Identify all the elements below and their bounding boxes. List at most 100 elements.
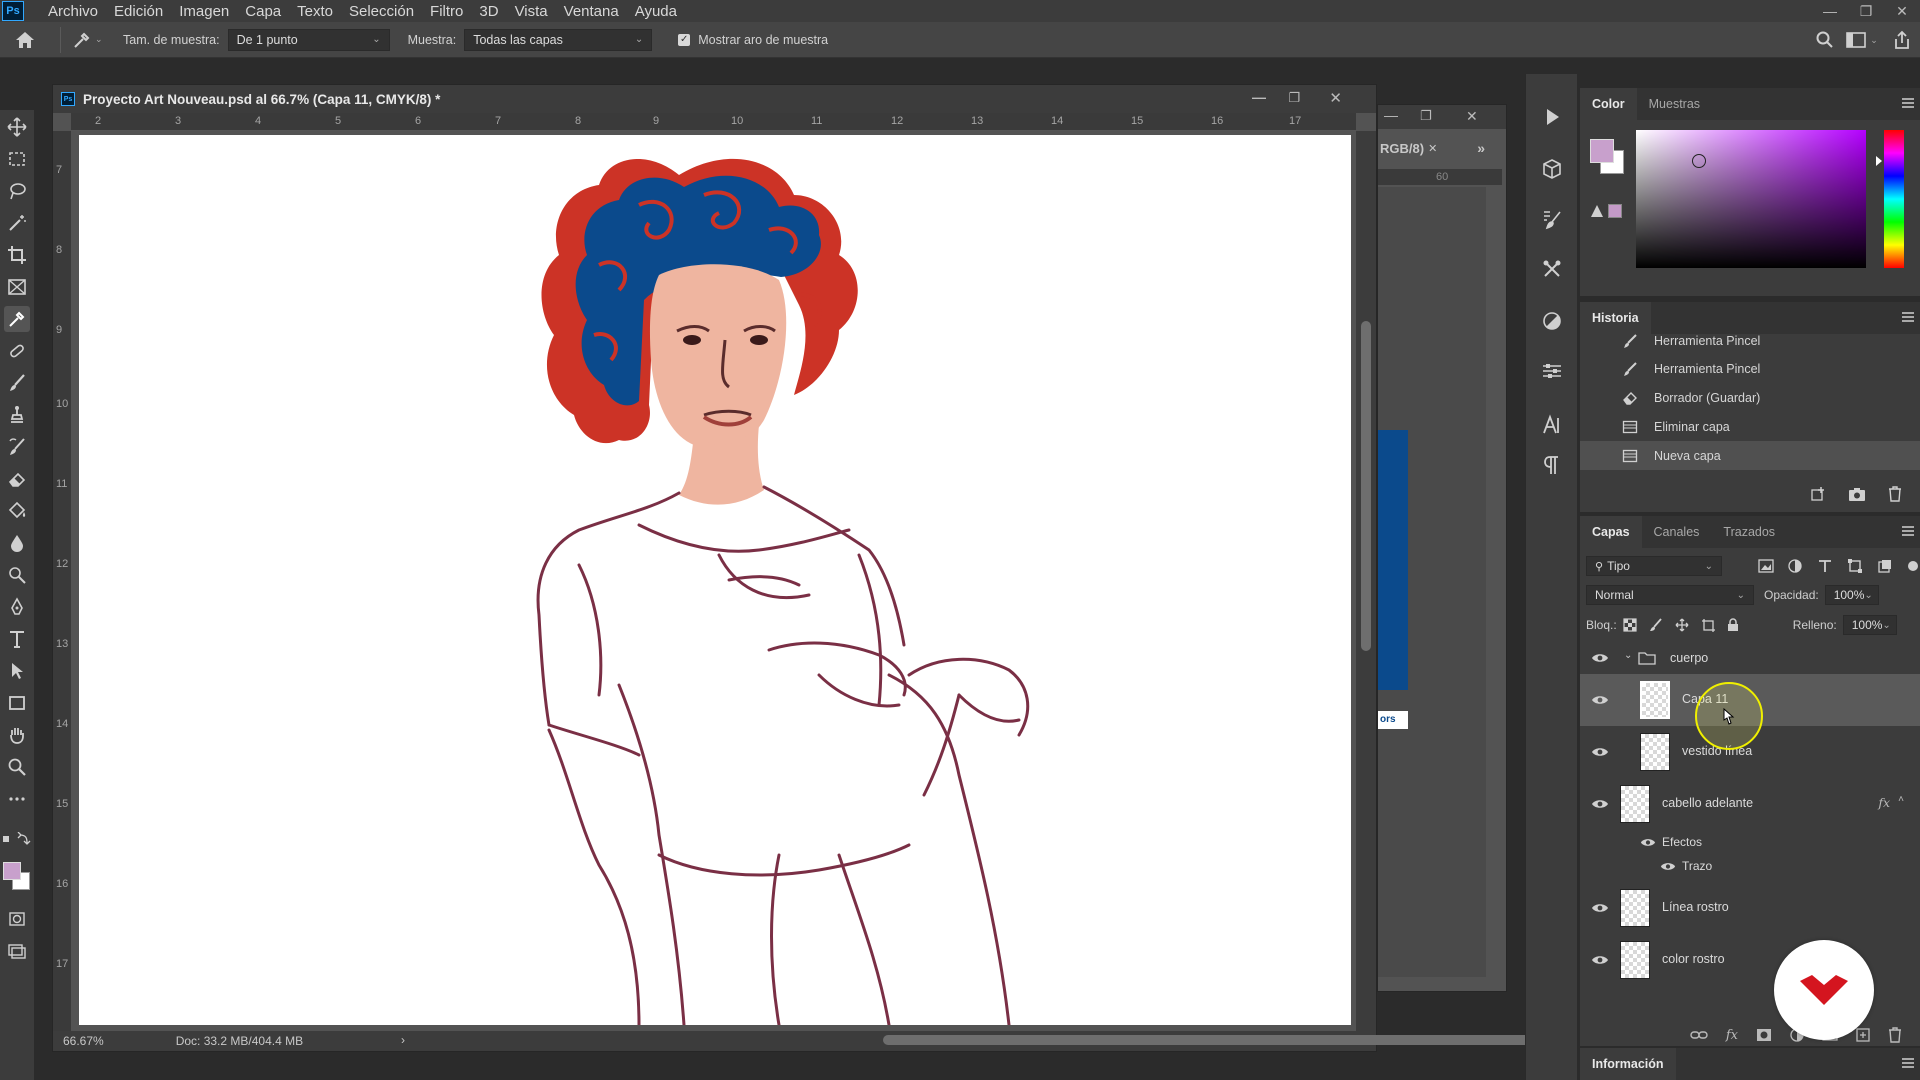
lock-transparent-icon[interactable] xyxy=(1623,618,1637,632)
effects-eye-icon[interactable] xyxy=(1640,837,1656,848)
fx-badge[interactable]: fx xyxy=(1878,795,1890,810)
menu-archivo[interactable]: Archivo xyxy=(48,3,98,20)
properties-icon[interactable] xyxy=(1539,358,1565,384)
trash-icon[interactable] xyxy=(1888,1027,1902,1043)
gamut-warning-icon[interactable] xyxy=(1590,204,1604,218)
menu-ventana[interactable]: Ventana xyxy=(564,3,619,20)
add-mask-icon[interactable] xyxy=(1756,1028,1772,1042)
visibility-eye-icon[interactable] xyxy=(1591,746,1609,758)
visibility-eye-icon[interactable] xyxy=(1591,652,1609,664)
brush-settings-icon[interactable] xyxy=(1539,206,1565,232)
screen-mode-icon[interactable] xyxy=(4,938,30,964)
layer-thumbnail[interactable] xyxy=(1620,785,1650,823)
menu-imagen[interactable]: Imagen xyxy=(179,3,229,20)
background-document-tab[interactable]: RGB/8) ✕ » xyxy=(1378,137,1506,159)
visibility-eye-icon[interactable] xyxy=(1591,694,1609,706)
close-icon[interactable]: ✕ xyxy=(1329,89,1342,107)
hand-tool-icon[interactable] xyxy=(4,722,30,748)
share-icon[interactable] xyxy=(1884,30,1920,50)
visibility-eye-icon[interactable] xyxy=(1591,954,1609,966)
visibility-eye-icon[interactable] xyxy=(1591,902,1609,914)
history-item[interactable]: Eliminar capa xyxy=(1580,412,1920,441)
effect-eye-icon[interactable] xyxy=(1660,861,1676,872)
tab-informacion[interactable]: Información xyxy=(1580,1048,1676,1080)
layer-group-cuerpo[interactable]: ⌄ cuerpo xyxy=(1580,642,1920,674)
lock-pixels-icon[interactable] xyxy=(1649,618,1663,632)
filter-shape-icon[interactable] xyxy=(1848,559,1862,573)
show-ring-checkbox[interactable]: ✓ xyxy=(678,33,691,46)
swap-colors-icon[interactable] xyxy=(0,831,34,846)
layer-linea-rostro[interactable]: Línea rostro xyxy=(1580,882,1920,934)
layer-thumbnail[interactable] xyxy=(1640,733,1670,771)
trash-icon[interactable] xyxy=(1888,486,1902,502)
layer-cabello-adelante[interactable]: cabello adelante fx ˄ xyxy=(1580,778,1920,830)
play-icon[interactable] xyxy=(1539,104,1565,130)
menu-ayuda[interactable]: Ayuda xyxy=(635,3,677,20)
tab-muestras[interactable]: Muestras xyxy=(1637,88,1712,120)
adjustments-icon[interactable] xyxy=(1539,308,1565,334)
add-style-icon[interactable]: fx xyxy=(1726,1028,1738,1043)
panel-menu-icon[interactable] xyxy=(1902,98,1914,108)
horizontal-scroll-thumb[interactable] xyxy=(883,1035,1563,1045)
clone-stamp-tool-icon[interactable] xyxy=(4,402,30,428)
restore-icon[interactable]: ❐ xyxy=(1288,90,1300,106)
camera-icon[interactable] xyxy=(1848,486,1866,502)
vertical-scrollbar[interactable] xyxy=(1356,131,1376,1031)
tab-canales[interactable]: Canales xyxy=(1642,516,1712,548)
eraser-tool-icon[interactable] xyxy=(4,466,30,492)
quick-mask-icon[interactable] xyxy=(4,906,30,932)
minimize-icon[interactable]: — xyxy=(1252,89,1266,105)
color-picker-ring[interactable] xyxy=(1692,154,1706,168)
character-icon[interactable] xyxy=(1539,412,1565,438)
color-picker-field[interactable] xyxy=(1636,130,1866,268)
new-document-from-state-icon[interactable] xyxy=(1810,486,1826,502)
minimize-icon[interactable]: — xyxy=(1384,107,1398,123)
path-selection-tool-icon[interactable] xyxy=(4,658,30,684)
horizontal-scrollbar[interactable] xyxy=(425,1031,1563,1051)
menu-3d[interactable]: 3D xyxy=(479,3,498,20)
filter-toggle-icon[interactable] xyxy=(1908,561,1918,571)
frame-tool-icon[interactable] xyxy=(4,274,30,300)
link-layers-icon[interactable] xyxy=(1690,1030,1708,1040)
history-item[interactable]: Herramienta Pincel xyxy=(1580,330,1920,352)
minimize-icon[interactable]: — xyxy=(1812,0,1848,22)
background-document-window[interactable]: — ❐ ✕ RGB/8) ✕ » 60 ors xyxy=(1377,104,1507,992)
close-tab-icon[interactable]: ✕ xyxy=(1428,142,1437,155)
magic-wand-tool-icon[interactable] xyxy=(4,210,30,236)
workspace-icon[interactable]: ⌄ xyxy=(1840,32,1884,48)
rectangle-tool-icon[interactable] xyxy=(4,690,30,716)
menu-seleccion[interactable]: Selección xyxy=(349,3,414,20)
menu-edicion[interactable]: Edición xyxy=(114,3,163,20)
document-canvas[interactable] xyxy=(79,135,1351,1025)
layer-effect-trazo[interactable]: Trazo xyxy=(1580,854,1920,878)
history-item-selected[interactable]: Nueva capa xyxy=(1580,441,1920,470)
layer-thumbnail[interactable] xyxy=(1640,681,1670,719)
filter-adjustment-icon[interactable] xyxy=(1788,559,1802,573)
layer-filter-select[interactable]: ⚲ Tipo ⌄ xyxy=(1586,556,1722,576)
panel-expand-icon[interactable]: » xyxy=(1477,140,1485,156)
lasso-tool-icon[interactable] xyxy=(4,178,30,204)
menu-capa[interactable]: Capa xyxy=(245,3,281,20)
home-icon[interactable] xyxy=(12,27,38,53)
zoom-level[interactable]: 66.67% xyxy=(63,1034,104,1048)
3d-cube-icon[interactable] xyxy=(1539,156,1565,182)
more-tools-icon[interactable] xyxy=(4,786,30,812)
new-layer-icon[interactable] xyxy=(1856,1028,1870,1042)
gamut-swatch[interactable] xyxy=(1608,204,1622,218)
chevron-right-icon[interactable]: › xyxy=(401,1033,405,1047)
vertical-scroll-thumb[interactable] xyxy=(1361,321,1371,651)
tab-capas[interactable]: Capas xyxy=(1580,516,1642,548)
opacity-input[interactable]: 100% ⌄ xyxy=(1824,585,1879,605)
blur-tool-icon[interactable] xyxy=(4,530,30,556)
search-icon[interactable] xyxy=(1810,31,1840,49)
pen-tool-icon[interactable] xyxy=(4,594,30,620)
history-item[interactable]: Herramienta Pincel xyxy=(1580,354,1920,383)
hue-slider[interactable] xyxy=(1884,130,1904,268)
tab-color[interactable]: Color xyxy=(1580,88,1637,120)
visibility-eye-icon[interactable] xyxy=(1591,798,1609,810)
type-tool-icon[interactable] xyxy=(4,626,30,652)
brush-tool-icon[interactable] xyxy=(4,370,30,396)
dodge-tool-icon[interactable] xyxy=(4,562,30,588)
filter-type-icon[interactable] xyxy=(1818,559,1832,573)
chevron-up-icon[interactable]: ˄ xyxy=(1898,794,1904,805)
